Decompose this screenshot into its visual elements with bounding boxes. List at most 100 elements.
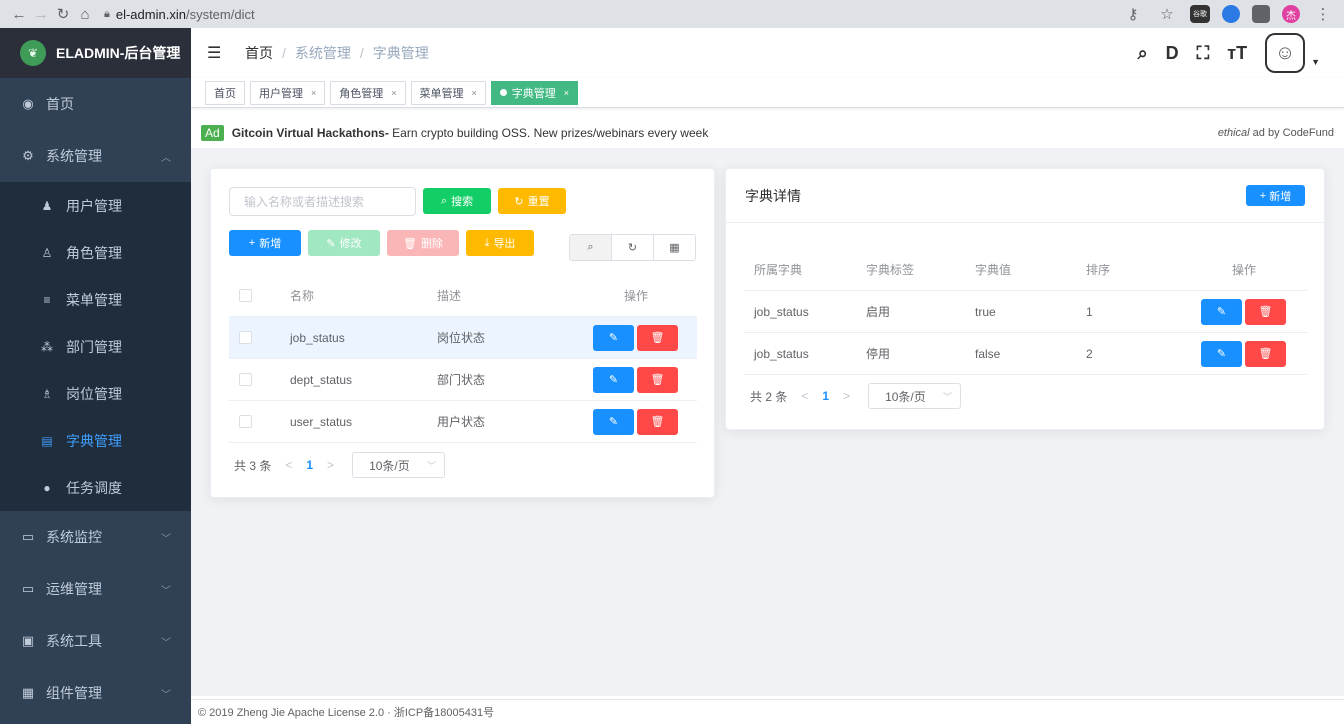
export-button[interactable]: ⤓ 导出 — [466, 230, 534, 256]
close-icon[interactable]: × — [472, 88, 477, 98]
sidebar-item-monitor[interactable]: ▭ 系统监控 ﹀ — [0, 511, 191, 563]
ext-badge[interactable]: 谷歌 — [1190, 5, 1210, 23]
tag-home[interactable]: 首页 — [205, 80, 245, 105]
delete-button[interactable]: 🗑︎ 删除 — [387, 230, 459, 256]
prev-page-icon[interactable]: < — [285, 458, 292, 472]
row-delete-button[interactable]: 🗑︎ — [1245, 298, 1286, 325]
row-checkbox[interactable] — [239, 415, 252, 428]
toggle-search-icon[interactable]: ⌕ — [570, 235, 612, 260]
row-edit-button[interactable]: ✎ — [593, 324, 634, 351]
page-size-select[interactable]: 10条/页 ﹀ — [352, 452, 446, 478]
tags-view: 首页 用户管理 × 角色管理 × 菜单管理 × 字典管理 × — [191, 78, 1344, 108]
next-page-icon[interactable]: > — [843, 389, 850, 403]
cell-desc: 部门状态 — [437, 373, 486, 387]
key-icon[interactable]: ⚷ — [1122, 3, 1144, 25]
edit-icon: ✎ — [326, 237, 336, 250]
reset-button[interactable]: ↻ 重置 — [498, 188, 566, 214]
logo[interactable]: ❦ ELADMIN-后台管理 — [0, 28, 191, 78]
sidebar-item-tools[interactable]: ▣ 系统工具 ﹀ — [0, 615, 191, 667]
close-icon[interactable]: × — [391, 88, 396, 98]
row-delete-button[interactable]: 🗑︎ — [637, 324, 678, 351]
column-header: 操作 — [624, 289, 649, 303]
page-number[interactable]: 1 — [306, 458, 313, 472]
sidebar-item-system[interactable]: ⚙ 系统管理 ︿ — [0, 130, 191, 182]
tag-dict[interactable]: 字典管理 × — [490, 80, 579, 105]
trash-icon: 🗑︎ — [403, 237, 417, 250]
ad-banner[interactable]: Ad Gitcoin Virtual Hackathons- Earn cryp… — [191, 118, 1344, 148]
search-icon[interactable]: ⌕ — [1138, 43, 1148, 64]
reload-icon[interactable]: ↻ — [52, 3, 74, 25]
caret-down-icon[interactable]: ▼ — [1311, 57, 1320, 67]
row-edit-button[interactable]: ✎ — [593, 408, 634, 435]
row-delete-button[interactable]: 🗑︎ — [637, 366, 678, 393]
sidebar-item-home[interactable]: ◉ 首页 — [0, 78, 191, 130]
sidebar-item-components[interactable]: ▦ 组件管理 ﹀ — [0, 667, 191, 719]
star-icon[interactable]: ☆ — [1156, 3, 1178, 25]
sidebar-item-dept[interactable]: ⁂ 部门管理 — [0, 323, 191, 370]
select-all-checkbox[interactable] — [239, 289, 252, 302]
sidebar-item-job[interactable]: ♗ 岗位管理 — [0, 370, 191, 417]
ad-attribution[interactable]: ethical ad by CodeFund — [1218, 127, 1334, 139]
sidebar-item-role[interactable]: ♙ 角色管理 — [0, 229, 191, 276]
address-bar[interactable]: 🔒︎ el-admin.xin/system/dict — [104, 3, 255, 25]
tag-label: 角色管理 — [339, 87, 384, 100]
home-icon[interactable]: ⌂ — [74, 3, 96, 25]
search-button[interactable]: ⌕ 搜索 — [423, 188, 491, 214]
table-row[interactable]: user_status 用户状态 ✎ 🗑︎ — [229, 401, 697, 443]
row-edit-button[interactable]: ✎ — [1201, 340, 1242, 367]
row-checkbox[interactable] — [239, 331, 252, 344]
pagination: 共 3 条 < 1 > 10条/页 ﹀ — [234, 452, 446, 478]
row-edit-button[interactable]: ✎ — [593, 366, 634, 393]
sidebar-item-menu[interactable]: ≡ 菜单管理 — [0, 276, 191, 323]
row-edit-button[interactable]: ✎ — [1201, 298, 1242, 325]
forward-icon[interactable]: → — [30, 3, 52, 25]
footer: © 2019 Zheng Jie Apache License 2.0 · 浙I… — [191, 699, 1344, 724]
refresh-icon[interactable]: ↻ — [612, 235, 654, 260]
fullscreen-icon[interactable]: ⛶ — [1197, 43, 1210, 64]
row-delete-button[interactable]: 🗑︎ — [637, 408, 678, 435]
add-button[interactable]: + 新增 — [229, 230, 301, 256]
sidebar-item-dict[interactable]: ▤ 字典管理 — [0, 417, 191, 464]
sidebar-item-ops[interactable]: ▭ 运维管理 ﹀ — [0, 563, 191, 615]
sidebar-item-timing[interactable]: ● 任务调度 — [0, 464, 191, 511]
ad-text: Earn crypto building OSS. New prizes/web… — [388, 126, 709, 140]
profile-avatar[interactable]: 杰 — [1282, 5, 1300, 23]
breadcrumb-home[interactable]: 首页 — [245, 43, 273, 63]
sidebar-item-label: 菜单管理 — [66, 291, 122, 308]
active-dot-icon — [499, 89, 507, 96]
back-icon[interactable]: ← — [8, 3, 30, 25]
tag-user[interactable]: 用户管理 × — [250, 80, 326, 105]
page-size-select[interactable]: 10条/页 ﹀ — [868, 383, 962, 409]
table-row[interactable]: job_status 停用 false 2 ✎ 🗑︎ — [744, 333, 1307, 375]
ops-icon: ▭ — [21, 581, 35, 596]
sidebar-item-label: 任务调度 — [66, 479, 122, 496]
row-delete-button[interactable]: 🗑︎ — [1245, 340, 1286, 367]
user-icon: ♟ — [41, 198, 53, 213]
close-icon[interactable]: × — [311, 88, 316, 98]
search-input[interactable]: 输入名称或者描述搜索 — [229, 187, 416, 216]
font-size-icon[interactable]: тT — [1227, 43, 1247, 64]
page-size-value: 10条/页 — [885, 389, 926, 404]
detail-add-button[interactable]: + 新增 — [1246, 185, 1305, 206]
sidebar-item-user[interactable]: ♟ 用户管理 — [0, 182, 191, 229]
next-page-icon[interactable]: > — [327, 458, 334, 472]
ext-grid-icon[interactable] — [1252, 5, 1270, 23]
avatar[interactable]: ☺ — [1265, 33, 1306, 73]
doc-icon[interactable]: D — [1166, 43, 1179, 64]
more-icon[interactable]: ⋮ — [1312, 3, 1334, 25]
ext-shield-icon[interactable] — [1222, 5, 1240, 23]
prev-page-icon[interactable]: < — [801, 389, 808, 403]
tag-menu[interactable]: 菜单管理 × — [410, 80, 486, 105]
columns-icon[interactable]: ▦ — [654, 235, 695, 260]
table-row[interactable]: dept_status 部门状态 ✎ 🗑︎ — [229, 359, 697, 401]
browser-toolbar: ← → ↻ ⌂ 🔒︎ el-admin.xin/system/dict ⚷ ☆ … — [0, 0, 1344, 28]
edit-button[interactable]: ✎ 修改 — [308, 230, 380, 256]
cell-value: true — [975, 304, 996, 319]
close-icon[interactable]: × — [564, 88, 569, 98]
hamburger-icon[interactable]: ☰ — [207, 43, 227, 63]
page-number[interactable]: 1 — [822, 389, 829, 403]
table-row[interactable]: job_status 启用 true 1 ✎ 🗑︎ — [744, 291, 1307, 333]
row-checkbox[interactable] — [239, 373, 252, 386]
table-row[interactable]: job_status 岗位状态 ✎ 🗑︎ — [229, 317, 697, 359]
tag-role[interactable]: 角色管理 × — [330, 80, 406, 105]
